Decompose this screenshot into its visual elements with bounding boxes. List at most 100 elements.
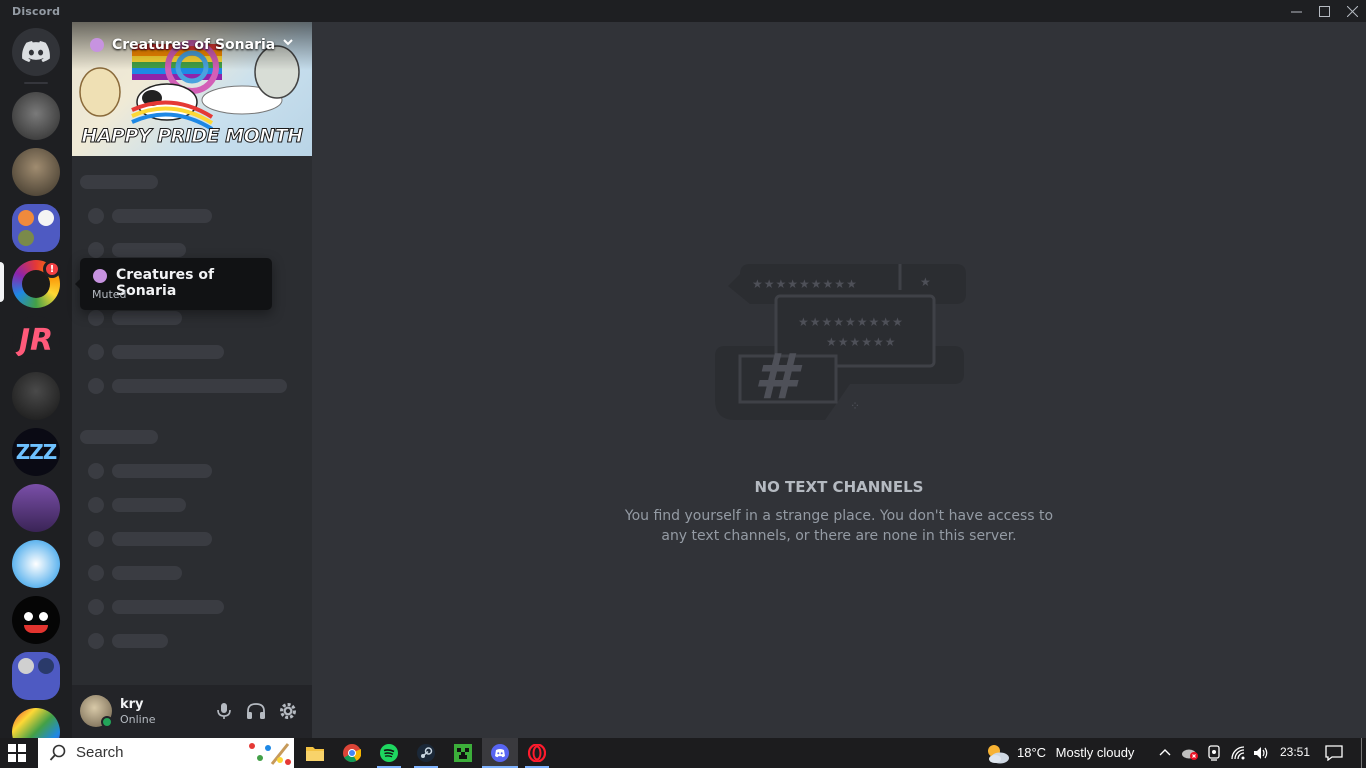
volume-icon[interactable] — [1253, 746, 1269, 760]
taskbar-clock[interactable]: 23:51 — [1280, 745, 1310, 759]
skeleton-channel — [112, 532, 212, 546]
main-content: ★★★★★★★★★ ★ ★★★★★★★★★ ★★★★★★ # ⁘ NO TEXT… — [312, 22, 1366, 738]
user-panel: kry Online — [72, 685, 312, 738]
svg-text:#: # — [754, 340, 803, 413]
chevron-up-icon[interactable] — [1159, 747, 1171, 759]
spotify-icon — [380, 744, 398, 762]
deafen-button[interactable] — [244, 699, 268, 723]
skeleton-channel-icon — [88, 633, 104, 649]
show-desktop-button[interactable] — [1361, 738, 1362, 768]
username[interactable]: kry — [120, 697, 144, 712]
steam-icon — [417, 744, 435, 762]
taskbar-opera[interactable] — [525, 741, 549, 765]
folder-server-mini — [18, 230, 34, 246]
face-eye — [24, 612, 33, 621]
skeleton-channel-icon — [88, 242, 104, 258]
skeleton-channel-icon — [88, 565, 104, 581]
folder-icon — [306, 747, 324, 761]
user-status: Online — [120, 713, 156, 726]
network-icon[interactable] — [1231, 746, 1247, 760]
server-icon-jr[interactable]: JR — [12, 316, 60, 364]
skeleton-channel — [112, 345, 224, 359]
skeleton-channel — [112, 243, 186, 257]
server-folder-2[interactable] — [12, 652, 60, 700]
empty-state-description: You find yourself in a strange place. Yo… — [624, 508, 1054, 544]
skeleton-category — [80, 175, 158, 189]
user-settings-button[interactable] — [276, 699, 300, 723]
server-icon-12[interactable] — [12, 708, 60, 738]
chevron-down-icon[interactable] — [282, 36, 294, 51]
folder-server-mini — [38, 210, 54, 226]
taskbar-minecraft[interactable] — [451, 741, 475, 765]
server-icon-8[interactable] — [12, 484, 60, 532]
alert-badge: ! — [43, 260, 61, 278]
skeleton-channel — [112, 600, 224, 614]
meet-now-icon[interactable] — [1207, 745, 1221, 761]
server-icon-zzz[interactable]: ZZZ — [12, 428, 60, 476]
weather-cloudy-icon[interactable] — [984, 741, 1010, 765]
server-icon-6[interactable] — [12, 372, 60, 420]
skeleton-channel-icon — [88, 208, 104, 224]
active-server-indicator — [0, 262, 4, 302]
rail-separator — [24, 82, 48, 84]
onedrive-error-icon[interactable] — [1181, 745, 1199, 761]
maximize-button[interactable] — [1310, 0, 1338, 22]
server-icon-1[interactable] — [12, 92, 60, 140]
banner-text: HAPPY PRIDE MONTH — [81, 125, 304, 148]
taskbar-discord[interactable] — [488, 741, 512, 765]
notifications-icon[interactable] — [1325, 745, 1343, 761]
server-tooltip: Creatures of Sonaria Muted — [75, 258, 272, 310]
server-folder[interactable] — [12, 204, 60, 252]
tooltip-arrow — [75, 278, 81, 290]
server-icon-face[interactable] — [12, 596, 60, 644]
tooltip-title: Creatures of Sonaria — [116, 267, 215, 299]
taskbar-steam[interactable] — [414, 741, 438, 765]
gear-icon — [280, 703, 296, 719]
home-button[interactable] — [12, 28, 60, 76]
chrome-icon — [343, 744, 361, 762]
taskbar-search-box[interactable]: Search — [38, 738, 294, 768]
taskbar-file-explorer[interactable] — [303, 741, 327, 765]
discord-app: Discord ! JR ZZZ Creatures of Sonaria HA… — [0, 0, 1366, 768]
svg-text:⁘: ⁘ — [850, 399, 860, 413]
taskbar-chrome[interactable] — [340, 741, 364, 765]
weather-widget[interactable]: 18°C Mostly cloudy — [1017, 745, 1134, 760]
weather-description: Mostly cloudy — [1055, 745, 1135, 760]
skeleton-channel — [112, 209, 212, 223]
server-logo-zzz: ZZZ — [15, 440, 58, 464]
server-header[interactable]: Creatures of Sonaria — [72, 22, 312, 70]
minecraft-icon — [454, 744, 472, 762]
svg-text:★★★★★★★★★: ★★★★★★★★★ — [798, 315, 904, 329]
server-icon-9[interactable] — [12, 540, 60, 588]
skeleton-channel — [112, 498, 186, 512]
face-mouth — [24, 625, 48, 633]
skeleton-channel — [112, 311, 182, 325]
svg-text:★★★★★★★★★: ★★★★★★★★★ — [752, 277, 858, 291]
skeleton-channel-icon — [88, 378, 104, 394]
close-icon — [1346, 5, 1358, 17]
microphone-icon — [217, 703, 231, 719]
close-button[interactable] — [1338, 0, 1366, 22]
maximize-icon — [1318, 5, 1330, 17]
discord-icon — [491, 744, 509, 762]
skeleton-channel-icon — [88, 344, 104, 360]
folder-server-mini — [18, 210, 34, 226]
svg-text:★: ★ — [920, 275, 931, 289]
empty-state-title: NO TEXT CHANNELS — [754, 478, 924, 496]
server-icon-2[interactable] — [12, 148, 60, 196]
mute-button[interactable] — [212, 699, 236, 723]
app-title: Discord — [12, 5, 61, 18]
search-icon — [49, 744, 66, 761]
windows-start-icon[interactable] — [8, 744, 26, 762]
skeleton-channel-icon — [88, 310, 104, 326]
server-rail: ! JR ZZZ — [0, 22, 72, 738]
skeleton-channel — [112, 634, 168, 648]
search-highlight-icon — [249, 743, 291, 765]
taskbar-spotify[interactable] — [377, 741, 401, 765]
no-channels-illustration: ★★★★★★★★★ ★ ★★★★★★★★★ ★★★★★★ # ⁘ — [715, 264, 966, 420]
server-banner[interactable]: Creatures of Sonaria HAPPY PRIDE MONTH — [72, 22, 312, 156]
minimize-button[interactable] — [1282, 0, 1310, 22]
skeleton-channel-icon — [88, 531, 104, 547]
headphones-icon — [247, 703, 265, 719]
search-input[interactable]: Search — [76, 744, 124, 761]
